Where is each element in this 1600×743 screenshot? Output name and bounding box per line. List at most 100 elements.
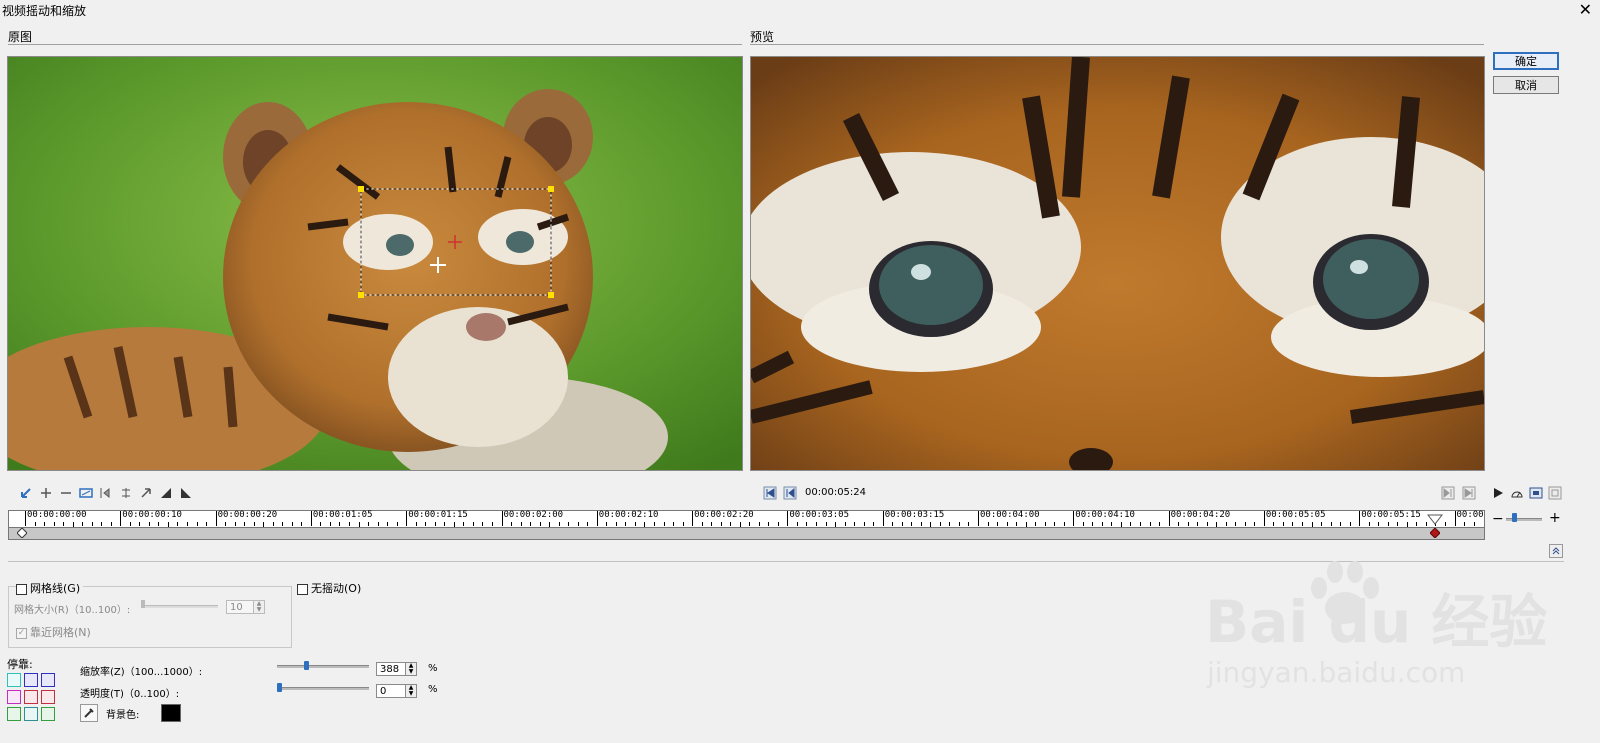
ruler-minor-tick xyxy=(339,522,341,526)
timeline-zoom-thumb[interactable] xyxy=(1512,513,1517,522)
ruler-minor-tick xyxy=(187,522,188,526)
ruler-minor-tick xyxy=(349,522,351,526)
ruler-minor-tick xyxy=(1254,522,1256,526)
ruler-minor-tick xyxy=(1340,522,1342,526)
ruler-minor-tick xyxy=(272,522,274,526)
ruler-minor-tick xyxy=(720,522,722,526)
grid-size-input[interactable]: 10 xyxy=(226,600,254,614)
prev-frame-icon[interactable] xyxy=(782,485,798,501)
ruler-minor-tick xyxy=(1082,522,1084,526)
ruler-major-tick xyxy=(692,511,694,526)
zoom-input[interactable]: 388 xyxy=(376,662,406,676)
zoom-in-icon[interactable] xyxy=(38,485,54,501)
go-start-icon[interactable] xyxy=(762,485,778,501)
ruler-minor-tick xyxy=(1159,522,1161,526)
ruler-minor-tick xyxy=(148,522,150,526)
go-end-icon[interactable] xyxy=(1461,485,1477,501)
ruler-minor-tick xyxy=(244,522,246,526)
zoom-out-icon[interactable] xyxy=(58,485,74,501)
original-viewport[interactable] xyxy=(7,56,743,471)
opacity-label: 透明度(T)（0..100）: xyxy=(80,689,180,700)
grid-size-thumb[interactable] xyxy=(141,600,145,608)
dock-middle-center[interactable] xyxy=(24,690,38,704)
ruler-minor-tick xyxy=(939,522,941,526)
opacity-input[interactable]: 0 xyxy=(376,684,406,698)
snap-grid-checkbox[interactable]: ✓ 靠近网格(N) xyxy=(16,624,91,640)
ruler-minor-tick xyxy=(415,522,417,526)
ruler-minor-tick xyxy=(34,522,36,526)
ruler-minor-tick xyxy=(1321,522,1323,526)
mirror-icon[interactable] xyxy=(178,485,194,501)
original-divider xyxy=(8,44,742,45)
ruler-minor-tick xyxy=(997,522,999,526)
snap-grid-box[interactable]: ✓ xyxy=(16,627,27,639)
ruler-minor-tick xyxy=(568,522,570,526)
grid-size-slider[interactable] xyxy=(142,605,218,608)
no-shake-checkbox[interactable]: 无摇动(O) xyxy=(297,580,361,596)
dock-top-left[interactable] xyxy=(7,673,21,687)
keyframe-end[interactable] xyxy=(1429,527,1441,541)
grid-lines-checkbox[interactable]: 网格线(G) xyxy=(16,580,84,596)
dock-top-center[interactable] xyxy=(24,673,38,687)
ruler-minor-tick xyxy=(368,522,370,526)
ruler-minor-tick xyxy=(987,522,989,526)
ruler-minor-tick xyxy=(796,522,798,526)
playback-controls xyxy=(1490,485,1563,501)
ruler-minor-tick xyxy=(82,522,84,526)
speed-icon[interactable] xyxy=(1509,485,1525,501)
ruler-minor-tick xyxy=(615,522,617,526)
flip-icon[interactable] xyxy=(158,485,174,501)
next-frame-icon[interactable] xyxy=(1440,485,1456,501)
opacity-slider[interactable] xyxy=(277,687,369,690)
ruler-minor-tick xyxy=(844,522,846,526)
opacity-spinner[interactable]: ▲ ▼ xyxy=(405,684,417,698)
opacity-slider-thumb[interactable] xyxy=(277,683,282,692)
fullscreen-icon[interactable] xyxy=(1547,485,1563,501)
cancel-button[interactable]: 取消 xyxy=(1493,76,1559,94)
no-shake-box[interactable] xyxy=(297,583,308,595)
ruler-minor-tick xyxy=(63,522,65,526)
dock-bottom-center[interactable] xyxy=(24,707,38,721)
ruler-minor-tick xyxy=(1378,522,1380,526)
zoom-slider-thumb[interactable] xyxy=(304,661,310,670)
align-center-icon[interactable] xyxy=(118,485,134,501)
keyframe-track[interactable] xyxy=(8,527,1485,540)
ruler-minor-tick xyxy=(815,522,817,526)
keyframe-start[interactable] xyxy=(16,527,28,541)
eyedropper-icon[interactable] xyxy=(80,704,98,722)
dock-middle-right[interactable] xyxy=(41,690,55,704)
zoom-unit: % xyxy=(428,663,438,674)
ruler-minor-tick xyxy=(158,522,160,526)
collapse-icon[interactable] xyxy=(1548,543,1564,559)
dock-bottom-left[interactable] xyxy=(7,707,21,721)
timeline-zoom-out-icon[interactable]: − xyxy=(1492,512,1504,526)
timeline-zoom-in-icon[interactable]: + xyxy=(1549,511,1561,525)
preview-window-icon[interactable] xyxy=(1528,485,1544,501)
reset-icon[interactable] xyxy=(18,485,34,501)
timeline-ruler[interactable]: 00:00:00:00 00:00:00:10 00:00:00:20 00:00:0… xyxy=(8,510,1485,528)
grid-lines-box[interactable] xyxy=(16,583,27,595)
bg-color-swatch[interactable] xyxy=(161,704,181,722)
ruler-minor-tick xyxy=(1302,522,1304,526)
ruler-tick-label: 00:00:04:10 xyxy=(1075,510,1135,520)
rotate-icon[interactable] xyxy=(138,485,154,501)
ruler-minor-tick xyxy=(425,522,427,526)
ok-button[interactable]: 确定 xyxy=(1493,52,1559,70)
ruler-minor-tick xyxy=(1349,522,1351,526)
align-left-icon[interactable] xyxy=(98,485,114,501)
ruler-tick-label: 00:00:05:15 xyxy=(1361,510,1421,520)
grid-size-spinner[interactable]: ▲ ▼ xyxy=(253,600,265,614)
dock-top-right[interactable] xyxy=(41,673,55,687)
ruler-minor-tick xyxy=(491,522,493,526)
ruler-minor-tick xyxy=(749,522,751,526)
fit-icon[interactable] xyxy=(78,485,94,501)
dock-bottom-right[interactable] xyxy=(41,707,55,721)
play-icon[interactable] xyxy=(1490,485,1506,501)
zoom-slider[interactable] xyxy=(277,665,369,668)
ruler-tick-label: 00:00:02:20 xyxy=(694,510,754,520)
ruler-tick-label: 00:00:01:05 xyxy=(312,510,373,520)
dock-middle-left[interactable] xyxy=(7,690,21,704)
close-icon[interactable]: ✕ xyxy=(1579,0,1592,19)
ruler-minor-tick xyxy=(1330,522,1332,526)
zoom-spinner[interactable]: ▲ ▼ xyxy=(405,662,417,676)
